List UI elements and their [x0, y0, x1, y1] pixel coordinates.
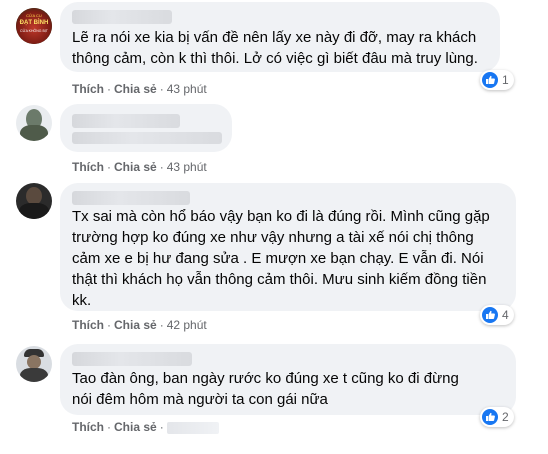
timestamp[interactable]: 42 phút	[167, 318, 207, 332]
separator-dot: ·	[159, 318, 164, 332]
reaction-count-badge[interactable]: 2	[480, 407, 514, 427]
avatar-logo-text: ĐẠT BÌNH	[19, 20, 49, 26]
share-link[interactable]: Chia sẻ	[114, 318, 157, 332]
timestamp[interactable]: 43 phút	[167, 160, 207, 174]
like-link[interactable]: Thích	[72, 420, 104, 434]
comment-actions: Thích · Chia sẻ · 42 phút	[72, 318, 207, 332]
comment-text: Tao đàn ông, ban ngày rước ko đúng xe t …	[72, 370, 459, 408]
comment-bubble: Tao đàn ông, ban ngày rước ko đúng xe t …	[60, 344, 516, 415]
author-name-redacted[interactable]	[72, 352, 192, 366]
comment-actions: Thích · Chia sẻ · 43 phút	[72, 82, 207, 96]
separator-dot: ·	[107, 420, 111, 434]
avatar[interactable]: CỬA CU ĐẠT BÌNH CỬA KHÔNG BỊT	[16, 8, 52, 44]
share-link[interactable]: Chia sẻ	[114, 160, 157, 174]
like-link[interactable]: Thích	[72, 82, 104, 96]
comment-bubble	[60, 104, 232, 152]
like-link[interactable]: Thích	[72, 318, 104, 332]
separator-dot: ·	[107, 318, 111, 332]
comment-bubble: Tx sai mà còn hổ báo vậy bạn ko đi là đú…	[60, 183, 516, 311]
separator-dot: ·	[159, 420, 164, 434]
like-thumb-icon	[482, 307, 498, 323]
reaction-count: 4	[502, 308, 509, 322]
comment-text: Tx sai mà còn hổ báo vậy bạn ko đi là đú…	[72, 208, 490, 309]
avatar[interactable]	[16, 183, 52, 219]
reaction-count-badge[interactable]: 1	[480, 70, 514, 90]
comment-actions: Thích · Chia sẻ · 43 phút	[72, 160, 207, 174]
avatar[interactable]	[16, 346, 52, 382]
separator-dot: ·	[159, 82, 164, 96]
avatar-logo-text: CỬA KHÔNG BỊT	[20, 29, 48, 33]
reaction-count-badge[interactable]: 4	[480, 305, 514, 325]
share-link[interactable]: Chia sẻ	[114, 82, 157, 96]
like-thumb-icon	[482, 409, 498, 425]
author-name-redacted[interactable]	[72, 191, 190, 205]
reaction-count: 2	[502, 410, 509, 424]
timestamp[interactable]: 43 phút	[167, 82, 207, 96]
comment-text-redacted	[72, 132, 222, 144]
avatar-logo-text: CỬA CU	[26, 13, 42, 18]
separator-dot: ·	[107, 82, 111, 96]
author-name-redacted[interactable]	[72, 10, 172, 24]
author-name-redacted[interactable]	[72, 114, 180, 128]
like-link[interactable]: Thích	[72, 160, 104, 174]
timestamp-redacted[interactable]	[166, 421, 219, 434]
reaction-count: 1	[502, 73, 509, 87]
avatar[interactable]	[16, 105, 52, 141]
separator-dot: ·	[107, 160, 111, 174]
share-link[interactable]: Chia sẻ	[114, 420, 157, 434]
separator-dot: ·	[159, 160, 164, 174]
comment-bubble: Lẽ ra nói xe kia bị vấn đề nên lấy xe nà…	[60, 2, 500, 72]
like-thumb-icon	[482, 72, 498, 88]
comment-actions: Thích · Chia sẻ ·	[72, 420, 219, 434]
comment-text: Lẽ ra nói xe kia bị vấn đề nên lấy xe nà…	[72, 29, 478, 67]
